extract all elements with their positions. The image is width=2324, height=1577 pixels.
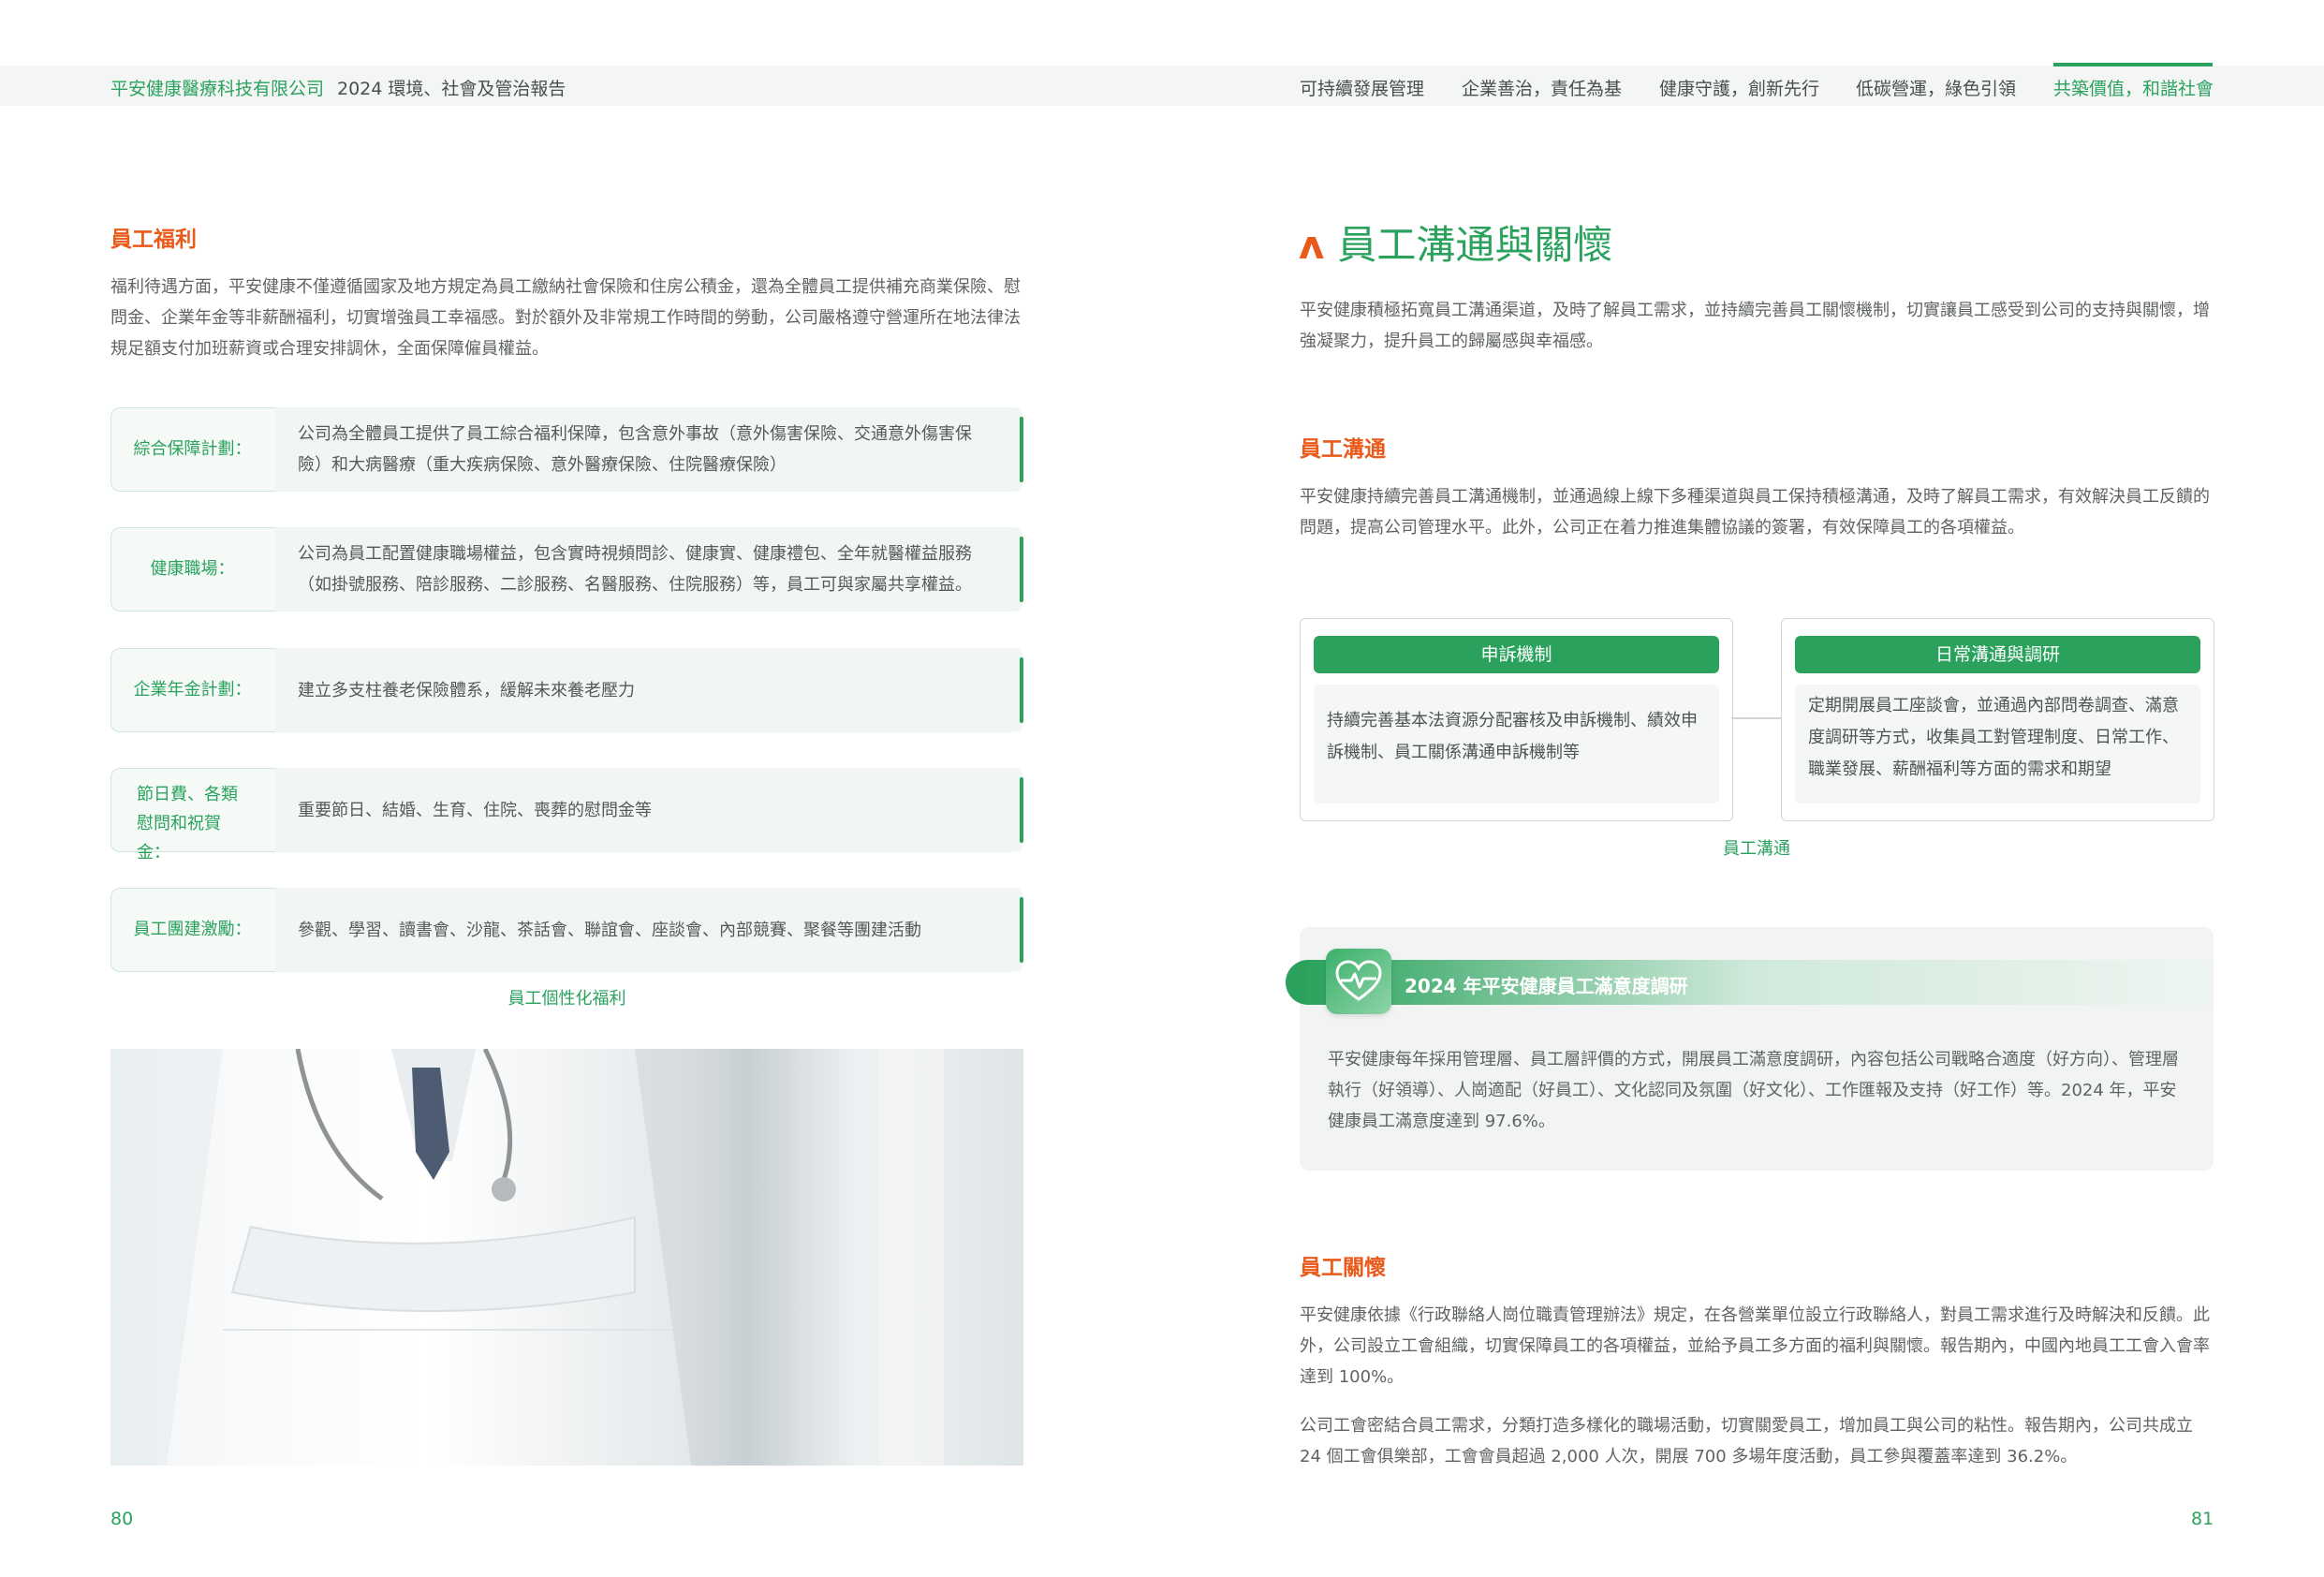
nav-item-sustainability[interactable]: 可持續發展管理: [1300, 75, 1424, 100]
nav-item-health[interactable]: 健康守護，創新先行: [1659, 75, 1819, 100]
heart-pulse-icon: [1326, 949, 1391, 1014]
benefit-accent-bar: [1020, 897, 1023, 963]
benefit-accent-bar: [1020, 657, 1023, 723]
benefit-label: 健康職場：: [150, 559, 235, 579]
benefit-row-festival: 節日費、各類慰問和祝賀金： 重要節日、結婚、生育、住院、喪葬的慰問金等: [110, 768, 1023, 862]
benefit-accent-bar: [1020, 777, 1023, 843]
communication-text: 平安健康持續完善員工溝通機制，並通過線上線下多種渠道與員工保持積極溝通，及時了解…: [1300, 487, 2210, 538]
caret-up-icon: ʌ: [1299, 222, 1325, 268]
cards-caption: 員工溝通: [1723, 839, 1790, 859]
section-title: ʌ 員工溝通與關懷: [1299, 214, 1612, 271]
employee-benefits-intro: 福利待遇方面，平安健康不僅遵循國家及地方規定為員工繳納社會保險和住房公積金，還為…: [110, 277, 1021, 359]
card-connector: [1731, 717, 1781, 719]
page-number-right: 81: [2191, 1509, 2214, 1529]
benefit-label: 員工團建激勵：: [133, 920, 252, 939]
page-number-left: 80: [110, 1509, 134, 1529]
nav-item-governance[interactable]: 企業善治，責任為基: [1462, 75, 1622, 100]
benefit-row-comprehensive: 綜合保障計劃： 公司為全體員工提供了員工綜合福利保障，包含意外事故（意外傷害保險…: [110, 407, 1023, 492]
doctor-illustration: [167, 1049, 944, 1466]
benefit-accent-bar: [1020, 537, 1023, 602]
benefit-label: 節日費、各類慰問和祝賀金：: [137, 785, 238, 862]
section-title-text: 員工溝通與關懷: [1337, 222, 1613, 268]
benefit-row-team-building: 員工團建激勵： 參觀、學習、讀書會、沙龍、茶話會、聯誼會、座談會、內部競賽、聚餐…: [110, 888, 1023, 972]
communication-heading: 員工溝通: [1300, 437, 1386, 462]
benefit-text: 公司為全體員工提供了員工綜合福利保障，包含意外事故（意外傷害保險、交通意外傷害保…: [298, 424, 972, 475]
nav-item-society[interactable]: 共築價值，和諧社會: [2053, 75, 2214, 100]
care-heading: 員工關懷: [1300, 1256, 1386, 1280]
employee-benefits-heading: 員工福利: [110, 228, 197, 252]
card-title: 申訴機制: [1314, 636, 1719, 673]
benefit-text: 參觀、學習、讀書會、沙龍、茶話會、聯誼會、座談會、內部競賽、聚餐等團建活動: [298, 921, 921, 940]
benefit-text: 建立多支柱養老保險體系，緩解未來養老壓力: [298, 681, 635, 700]
active-nav-indicator: [2053, 63, 2213, 66]
benefit-text: 公司為員工配置健康職場權益，包含實時視頻問診、健康實、健康禮包、全年就醫權益服務…: [298, 544, 972, 595]
benefit-row-annuity: 企業年金計劃： 建立多支柱養老保險體系，緩解未來養老壓力: [110, 648, 1023, 732]
benefit-accent-bar: [1020, 417, 1023, 482]
card-daily-communication: 日常溝通與調研 定期開展員工座談會，並通過內部問卷調查、滿意度調研等方式，收集員…: [1781, 618, 2214, 821]
benefit-text: 重要節日、結婚、生育、住院、喪葬的慰問金等: [298, 801, 652, 820]
doctor-photo: [110, 1049, 1023, 1466]
survey-title: 2024 年平安健康員工滿意度調研: [1405, 975, 1688, 997]
benefits-caption: 員工個性化福利: [507, 989, 626, 1009]
section-intro: 平安健康積極拓寬員工溝通渠道，及時了解員工需求，並持續完善員工關懷機制，切實讓員…: [1300, 301, 2210, 351]
card-grievance: 申訴機制 持續完善基本法資源分配審核及申訴機制、績效申訴機制、員工關係溝通申訴機…: [1300, 618, 1733, 821]
company-name: 平安健康醫療科技有限公司: [110, 79, 325, 99]
benefit-row-health-workplace: 健康職場： 公司為員工配置健康職場權益，包含實時視頻問診、健康實、健康禮包、全年…: [110, 527, 1023, 612]
benefit-label: 企業年金計劃：: [133, 680, 252, 700]
care-text-1: 平安健康依據《行政聯絡人崗位職責管理辦法》規定，在各營業單位設立行政聯絡人，對員…: [1300, 1305, 2210, 1387]
nav-item-low-carbon[interactable]: 低碳營運，綠色引領: [1856, 75, 2016, 100]
card-title: 日常溝通與調研: [1795, 636, 2200, 673]
care-text-2: 公司工會密結合員工需求，分類打造多樣化的職場活動，切實關愛員工，增加員工與公司的…: [1300, 1416, 2193, 1466]
benefit-label: 綜合保障計劃：: [133, 439, 252, 459]
survey-text: 平安健康每年採用管理層、員工層評價的方式，開展員工滿意度調研，內容包括公司戰略合…: [1328, 1050, 2179, 1131]
card-text: 定期開展員工座談會，並通過內部問卷調查、滿意度調研等方式，收集員工對管理制度、日…: [1795, 685, 2200, 803]
card-text: 持續完善基本法資源分配審核及申訴機制、績效申訴機制、員工關係溝通申訴機制等: [1314, 685, 1719, 803]
report-title: 2024 環境、社會及管治報告: [337, 79, 566, 99]
